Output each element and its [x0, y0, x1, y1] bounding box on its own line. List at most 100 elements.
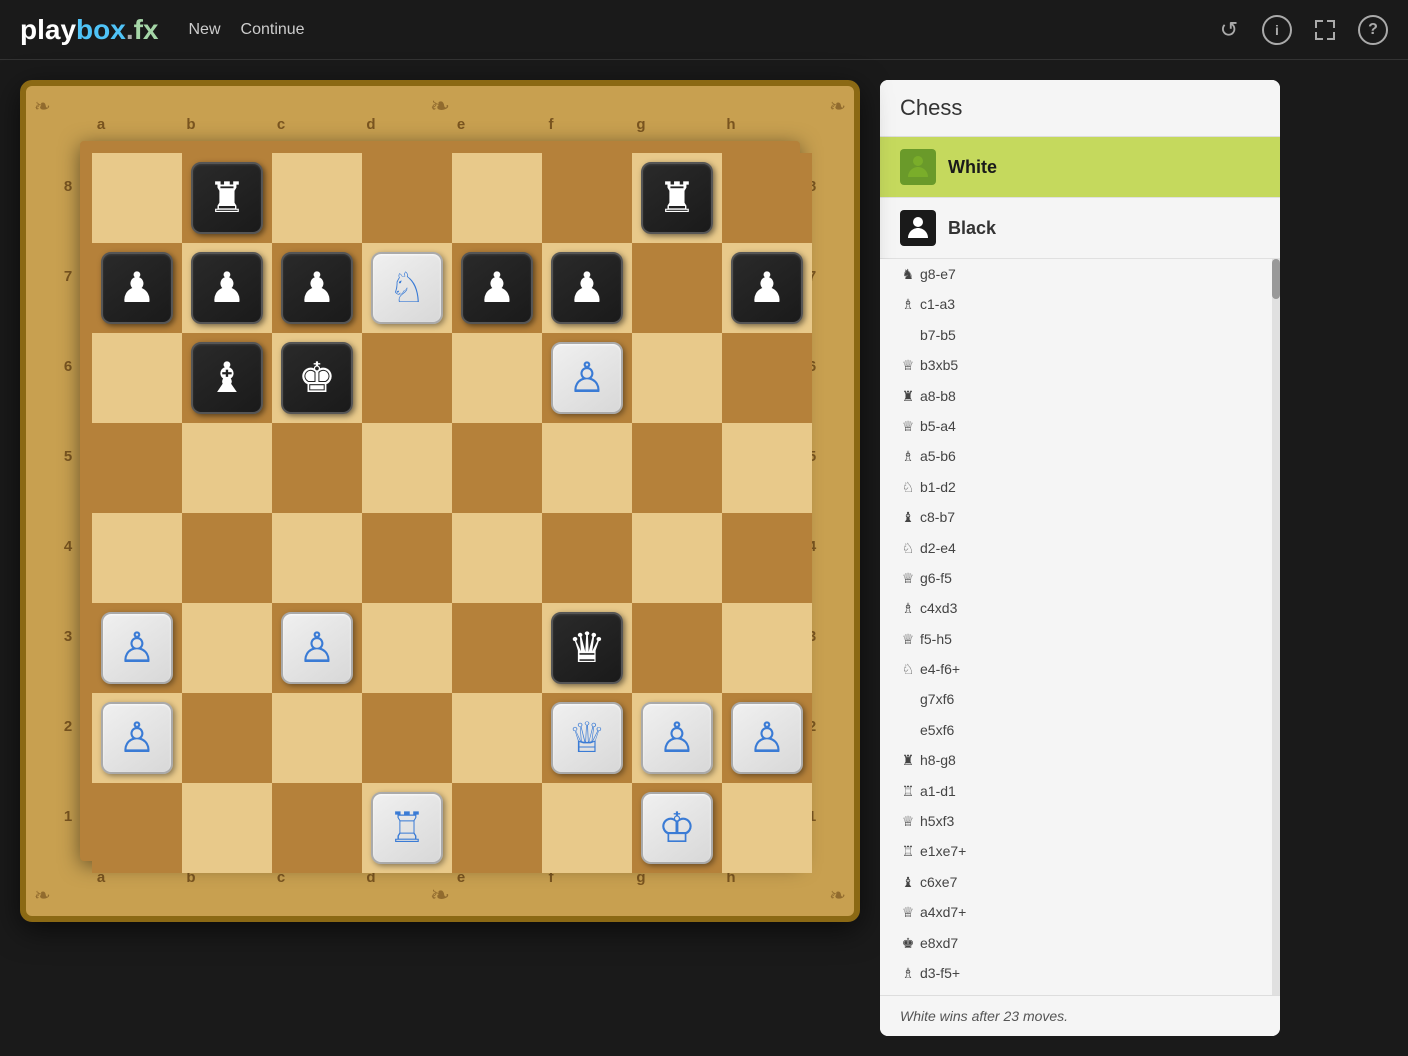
cell-h3[interactable]: [722, 603, 812, 693]
cell-f2[interactable]: ♕: [542, 693, 632, 783]
cell-c1[interactable]: [272, 783, 362, 873]
move-item[interactable]: ♜h8-g8: [880, 745, 1280, 775]
cell-b3[interactable]: [182, 603, 272, 693]
cell-a5[interactable]: [92, 423, 182, 513]
cell-b1[interactable]: [182, 783, 272, 873]
cell-d5[interactable]: [362, 423, 452, 513]
cell-e1[interactable]: [452, 783, 542, 873]
cell-h8[interactable]: [722, 153, 812, 243]
cell-g7[interactable]: [632, 243, 722, 333]
cell-b4[interactable]: [182, 513, 272, 603]
cell-g2[interactable]: ♙: [632, 693, 722, 783]
cell-c8[interactable]: [272, 153, 362, 243]
player-row-black[interactable]: Black: [880, 198, 1280, 259]
cell-e2[interactable]: [452, 693, 542, 783]
move-item[interactable]: ♖a1-d1: [880, 776, 1280, 806]
help-icon[interactable]: ?: [1358, 15, 1388, 45]
move-item[interactable]: ♗c4xd3: [880, 593, 1280, 623]
piece-c7[interactable]: ♟: [281, 252, 353, 324]
piece-e7[interactable]: ♟: [461, 252, 533, 324]
move-item[interactable]: ♕h5xf3: [880, 806, 1280, 836]
cell-f7[interactable]: ♟: [542, 243, 632, 333]
piece-h7[interactable]: ♟: [731, 252, 803, 324]
cell-d7[interactable]: ♘: [362, 243, 452, 333]
cell-b7[interactable]: ♟: [182, 243, 272, 333]
cell-d2[interactable]: [362, 693, 452, 783]
piece-h2[interactable]: ♙: [731, 702, 803, 774]
cell-b6[interactable]: ♝: [182, 333, 272, 423]
cell-a1[interactable]: [92, 783, 182, 873]
cell-c3[interactable]: ♙: [272, 603, 362, 693]
move-item[interactable]: ♕g6-f5: [880, 563, 1280, 593]
cell-g4[interactable]: [632, 513, 722, 603]
cell-f1[interactable]: [542, 783, 632, 873]
piece-c6[interactable]: ♚: [281, 342, 353, 414]
piece-f6[interactable]: ♙: [551, 342, 623, 414]
cell-g5[interactable]: [632, 423, 722, 513]
move-item[interactable]: ♝c6xe7: [880, 867, 1280, 897]
cell-g3[interactable]: [632, 603, 722, 693]
cell-c4[interactable]: [272, 513, 362, 603]
piece-g2[interactable]: ♙: [641, 702, 713, 774]
move-item[interactable]: ♗c1-a3: [880, 289, 1280, 319]
cell-h4[interactable]: [722, 513, 812, 603]
move-item[interactable]: e5xf6: [880, 715, 1280, 745]
piece-f2[interactable]: ♕: [551, 702, 623, 774]
piece-a7[interactable]: ♟: [101, 252, 173, 324]
cell-f4[interactable]: [542, 513, 632, 603]
fullscreen-icon[interactable]: [1307, 12, 1343, 48]
move-item[interactable]: ♗a5-b6: [880, 441, 1280, 471]
cell-a6[interactable]: [92, 333, 182, 423]
piece-b8[interactable]: ♜: [191, 162, 263, 234]
cell-b8[interactable]: ♜: [182, 153, 272, 243]
move-item[interactable]: g7xf6: [880, 684, 1280, 714]
cell-h6[interactable]: [722, 333, 812, 423]
cell-a7[interactable]: ♟: [92, 243, 182, 333]
cell-h7[interactable]: ♟: [722, 243, 812, 333]
cell-h1[interactable]: [722, 783, 812, 873]
cell-a4[interactable]: [92, 513, 182, 603]
cell-f5[interactable]: [542, 423, 632, 513]
move-item[interactable]: ♜a8-b8: [880, 381, 1280, 411]
nav-continue[interactable]: Continue: [241, 21, 305, 39]
piece-b6[interactable]: ♝: [191, 342, 263, 414]
cell-e6[interactable]: [452, 333, 542, 423]
cell-d4[interactable]: [362, 513, 452, 603]
cell-e4[interactable]: [452, 513, 542, 603]
moves-list[interactable]: ♞g8-e7♗c1-a3b7-b5♕b3xb5♜a8-b8♕b5-a4♗a5-b…: [880, 259, 1280, 995]
move-item[interactable]: ♘b1-d2: [880, 472, 1280, 502]
cell-f6[interactable]: ♙: [542, 333, 632, 423]
piece-g8[interactable]: ♜: [641, 162, 713, 234]
cell-c5[interactable]: [272, 423, 362, 513]
player-row-white[interactable]: White: [880, 137, 1280, 198]
move-item[interactable]: ♕a4xd7+: [880, 897, 1280, 927]
cell-g8[interactable]: ♜: [632, 153, 722, 243]
move-item[interactable]: ♕b5-a4: [880, 411, 1280, 441]
move-item[interactable]: ♕f5-h5: [880, 624, 1280, 654]
move-item[interactable]: ♘e4-f6+: [880, 654, 1280, 684]
cell-d1[interactable]: ♖: [362, 783, 452, 873]
info-icon[interactable]: i: [1262, 15, 1292, 45]
piece-d7[interactable]: ♘: [371, 252, 443, 324]
cell-f3[interactable]: ♛: [542, 603, 632, 693]
cell-e5[interactable]: [452, 423, 542, 513]
cell-d8[interactable]: [362, 153, 452, 243]
nav-new[interactable]: New: [189, 21, 221, 39]
move-item[interactable]: ♗d3-f5+: [880, 958, 1280, 988]
cell-b5[interactable]: [182, 423, 272, 513]
piece-a2[interactable]: ♙: [101, 702, 173, 774]
move-item[interactable]: ♞g8-e7: [880, 259, 1280, 289]
cell-a3[interactable]: ♙: [92, 603, 182, 693]
cell-e3[interactable]: [452, 603, 542, 693]
move-item[interactable]: ♝c8-b7: [880, 502, 1280, 532]
move-item[interactable]: ♕b3xb5: [880, 350, 1280, 380]
cell-c2[interactable]: [272, 693, 362, 783]
cell-d3[interactable]: [362, 603, 452, 693]
refresh-icon[interactable]: ↺: [1211, 12, 1247, 48]
piece-f3[interactable]: ♛: [551, 612, 623, 684]
piece-b7[interactable]: ♟: [191, 252, 263, 324]
piece-c3[interactable]: ♙: [281, 612, 353, 684]
move-item[interactable]: ♚e8xd7: [880, 928, 1280, 958]
cell-b2[interactable]: [182, 693, 272, 783]
cell-h5[interactable]: [722, 423, 812, 513]
